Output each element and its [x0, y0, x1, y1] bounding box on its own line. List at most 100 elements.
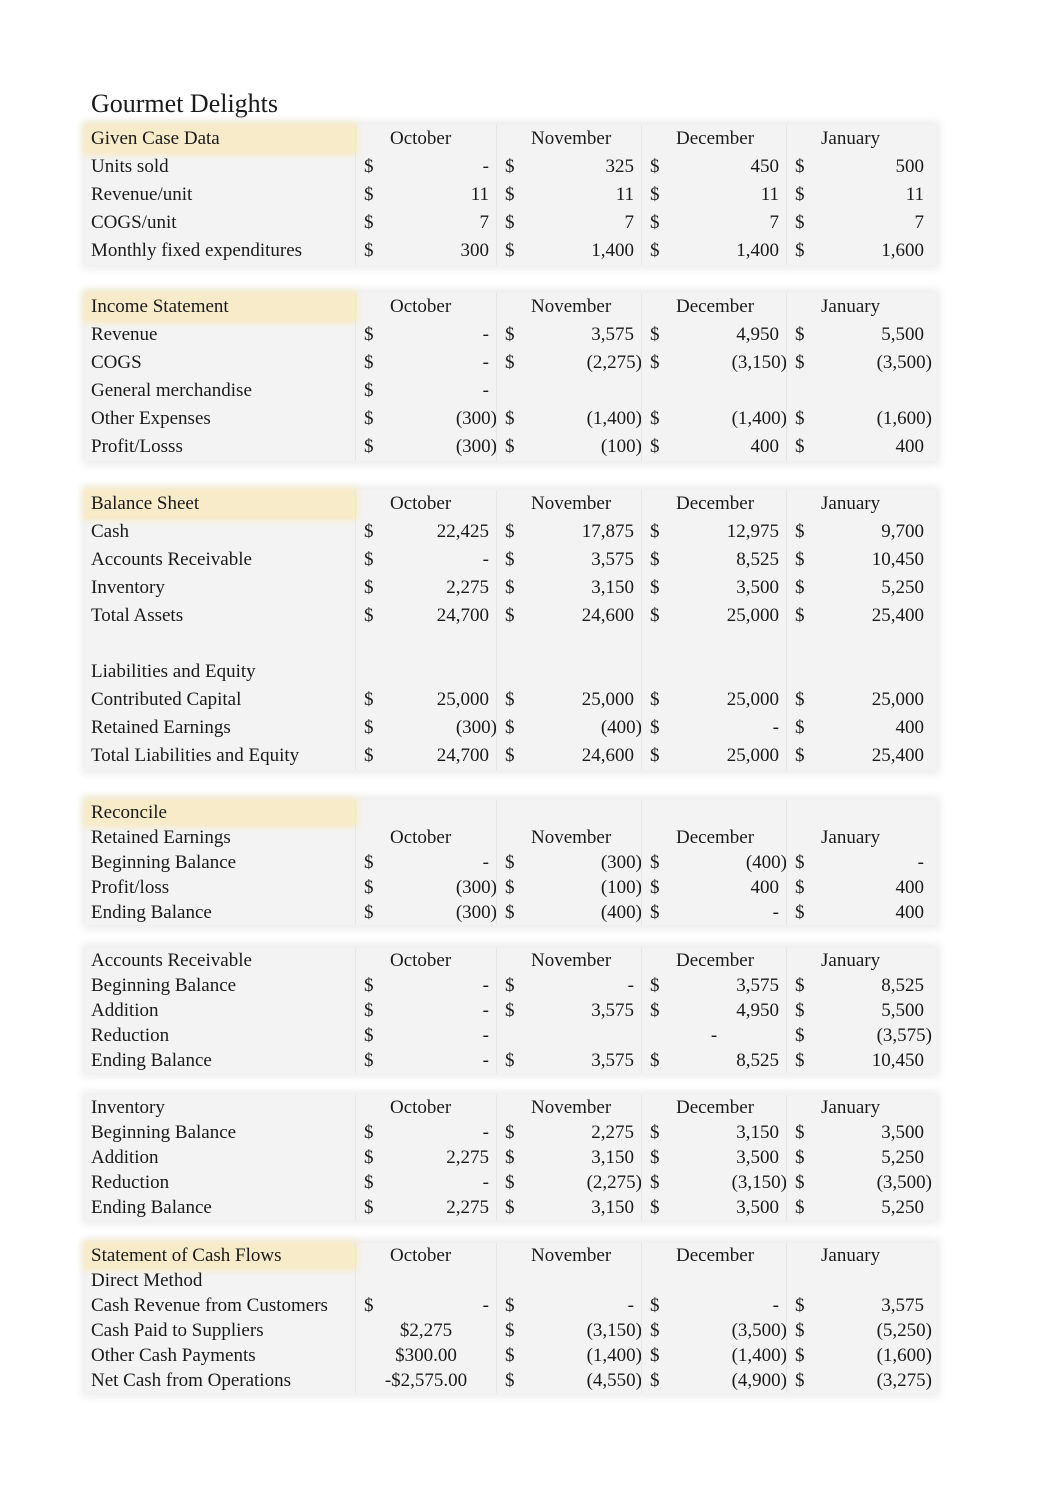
- row-label[interactable]: Direct Method: [86, 1268, 355, 1293]
- row-label[interactable]: Revenue/unit: [86, 181, 355, 209]
- cell[interactable]: $ -: [355, 377, 496, 405]
- cell[interactable]: $25,400: [786, 742, 931, 770]
- cell[interactable]: December: [641, 948, 786, 973]
- cell[interactable]: $ -: [355, 998, 496, 1023]
- cell[interactable]: [641, 377, 786, 405]
- cell[interactable]: $ -: [355, 1170, 496, 1195]
- cell[interactable]: $3,575: [641, 973, 786, 998]
- cell[interactable]: $ (300): [496, 850, 642, 875]
- cell[interactable]: $450: [641, 153, 786, 181]
- cell[interactable]: $400: [641, 875, 786, 900]
- cell[interactable]: $3,500: [641, 1145, 786, 1170]
- cell[interactable]: [355, 1268, 496, 1293]
- cell[interactable]: $ -: [641, 900, 786, 925]
- cell[interactable]: $24,600: [496, 742, 641, 770]
- row-label[interactable]: Ending Balance: [86, 900, 355, 925]
- cell[interactable]: $5,250: [786, 574, 931, 602]
- row-label[interactable]: Revenue: [86, 321, 355, 349]
- cell[interactable]: [641, 1268, 786, 1293]
- row-label[interactable]: Profit/loss: [86, 875, 355, 900]
- cell[interactable]: November: [496, 125, 641, 153]
- cell[interactable]: $ (300): [355, 433, 497, 461]
- cell[interactable]: January: [786, 293, 931, 321]
- row-label[interactable]: Ending Balance: [86, 1195, 355, 1220]
- cell[interactable]: $ (400): [641, 850, 787, 875]
- row-label[interactable]: Other Expenses: [86, 405, 355, 433]
- cell[interactable]: [786, 658, 931, 686]
- cell[interactable]: November: [496, 825, 641, 850]
- cell[interactable]: $ -: [496, 973, 641, 998]
- cell[interactable]: $500: [786, 153, 931, 181]
- cell[interactable]: $5,500: [786, 321, 931, 349]
- cell[interactable]: $ (1,600): [786, 1343, 932, 1368]
- cell[interactable]: $3,150: [641, 1120, 786, 1145]
- cell[interactable]: $ (5,250): [786, 1318, 932, 1343]
- row-label[interactable]: Cash Paid to Suppliers: [86, 1318, 355, 1343]
- cell[interactable]: January: [786, 825, 931, 850]
- cell[interactable]: -$2,575.00: [355, 1368, 496, 1393]
- cell[interactable]: October: [355, 490, 496, 518]
- cell[interactable]: $ -: [355, 1048, 496, 1073]
- cell[interactable]: [496, 658, 641, 686]
- cell[interactable]: January: [786, 490, 931, 518]
- row-label[interactable]: Beginning Balance: [86, 850, 355, 875]
- cell[interactable]: December: [641, 1243, 786, 1268]
- cell[interactable]: -: [641, 1023, 786, 1048]
- cell[interactable]: $3,500: [641, 1195, 786, 1220]
- row-label[interactable]: Units sold: [86, 153, 355, 181]
- cell[interactable]: $400: [786, 900, 931, 925]
- cell[interactable]: $ -: [641, 714, 786, 742]
- cell[interactable]: $ (300): [355, 875, 497, 900]
- cell[interactable]: $ (3,500): [641, 1318, 787, 1343]
- cell[interactable]: $3,575: [496, 1048, 641, 1073]
- row-label[interactable]: Addition: [86, 998, 355, 1023]
- cell[interactable]: $ -: [355, 1023, 496, 1048]
- cell[interactable]: $ (300): [355, 714, 497, 742]
- cell[interactable]: $ -: [355, 321, 496, 349]
- cell[interactable]: $3,150: [496, 1145, 641, 1170]
- section-header-label[interactable]: Inventory: [86, 1095, 355, 1120]
- cell[interactable]: [641, 800, 786, 825]
- cell[interactable]: December: [641, 1095, 786, 1120]
- cell[interactable]: [355, 658, 496, 686]
- cell[interactable]: $3,150: [496, 574, 641, 602]
- section-header-label[interactable]: Accounts Receivable: [86, 948, 355, 973]
- cell[interactable]: $25,000: [786, 686, 931, 714]
- row-label[interactable]: Profit/Losss: [86, 433, 355, 461]
- cell[interactable]: $ -: [355, 546, 496, 574]
- cell[interactable]: $3,575: [496, 998, 641, 1023]
- cell[interactable]: $24,700: [355, 742, 496, 770]
- section-header-label[interactable]: Statement of Cash Flows: [86, 1243, 355, 1268]
- cell[interactable]: $25,000: [641, 686, 786, 714]
- cell[interactable]: $7: [355, 209, 496, 237]
- row-label[interactable]: Inventory: [86, 574, 355, 602]
- cell[interactable]: $ (100): [496, 875, 642, 900]
- cell[interactable]: November: [496, 948, 641, 973]
- cell[interactable]: $400: [786, 875, 931, 900]
- cell[interactable]: [355, 630, 496, 658]
- section-header-label[interactable]: Income Statement: [86, 293, 355, 321]
- cell[interactable]: $ -: [355, 850, 496, 875]
- cell[interactable]: $3,500: [786, 1120, 931, 1145]
- cell[interactable]: $11: [641, 181, 786, 209]
- cell[interactable]: $ (1,400): [496, 1343, 642, 1368]
- cell[interactable]: December: [641, 825, 786, 850]
- cell[interactable]: $ (3,150): [641, 1170, 787, 1195]
- cell[interactable]: $ -: [355, 349, 496, 377]
- cell[interactable]: $ (3,150): [496, 1318, 642, 1343]
- cell[interactable]: November: [496, 1243, 641, 1268]
- cell[interactable]: November: [496, 490, 641, 518]
- cell[interactable]: [786, 1268, 931, 1293]
- cell[interactable]: $5,500: [786, 998, 931, 1023]
- cell[interactable]: [786, 630, 931, 658]
- row-label[interactable]: Reconcile: [86, 800, 355, 825]
- cell[interactable]: $25,000: [355, 686, 496, 714]
- cell[interactable]: $8,525: [641, 546, 786, 574]
- cell[interactable]: $8,525: [641, 1048, 786, 1073]
- cell[interactable]: $ -: [355, 1293, 496, 1318]
- cell[interactable]: $325: [496, 153, 641, 181]
- cell[interactable]: October: [355, 293, 496, 321]
- cell[interactable]: $ (300): [355, 900, 497, 925]
- cell[interactable]: $5,250: [786, 1195, 931, 1220]
- cell[interactable]: $2,275: [355, 1145, 496, 1170]
